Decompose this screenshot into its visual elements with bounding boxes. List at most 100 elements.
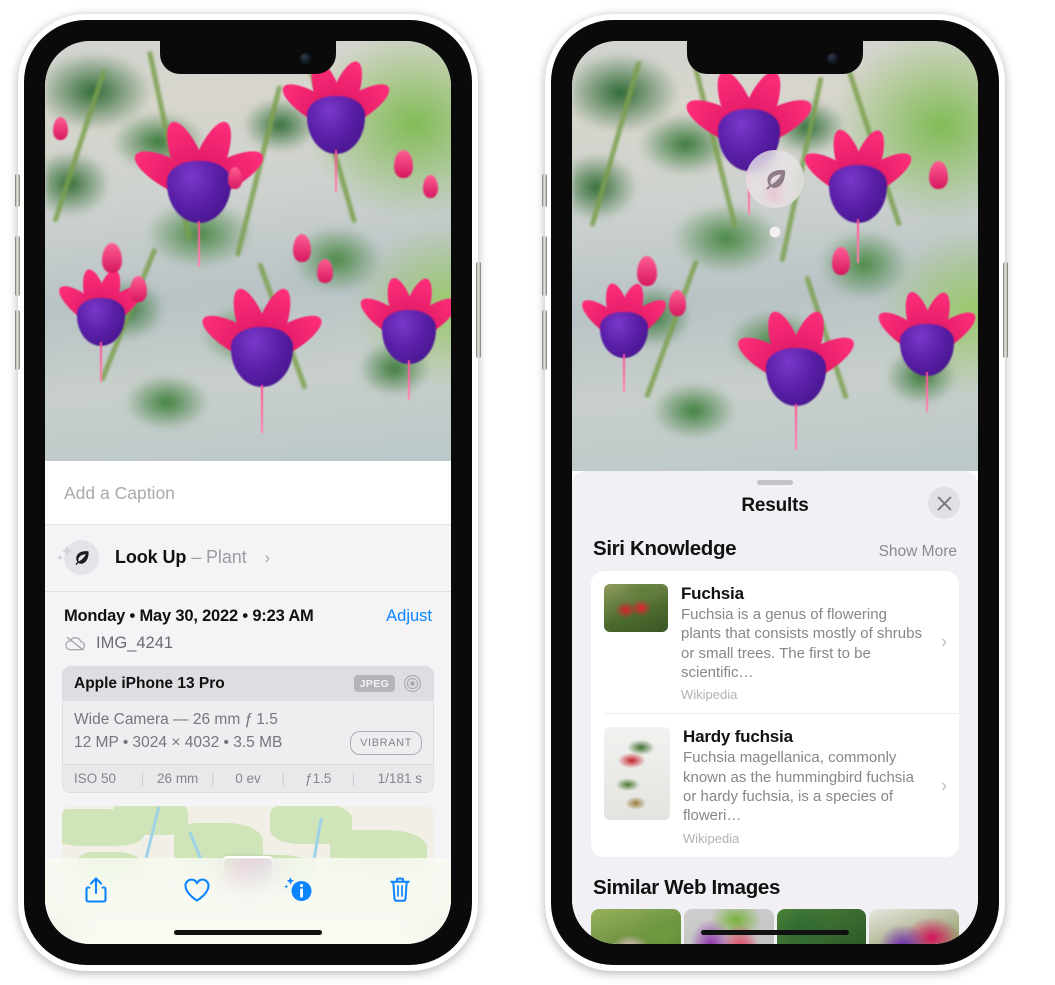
look-up-row[interactable]: ✦ ✦ Look Up – Plant › [45, 525, 451, 592]
similar-web-images-strip[interactable] [572, 908, 978, 944]
knowledge-card-fuchsia[interactable]: Fuchsia Fuchsia is a genus of flowering … [591, 571, 959, 713]
results-title: Results [741, 495, 809, 516]
delete-button[interactable] [377, 870, 423, 910]
camera-info-card: Apple iPhone 13 Pro JPEG Wide Camera — 2… [62, 666, 434, 793]
chevron-right-icon: › [941, 631, 947, 652]
home-indicator-right[interactable] [701, 930, 849, 935]
visual-lookup-badge-dot [769, 226, 781, 238]
front-camera [827, 53, 838, 64]
knowledge-thumbnail [604, 727, 670, 821]
close-icon [937, 496, 951, 510]
sparkle-small-icon: ✦ [56, 553, 65, 564]
volume-down-button-left[interactable] [15, 310, 20, 370]
knowledge-thumbnail [604, 584, 668, 632]
flower-bloom [576, 280, 672, 398]
flower-bud [292, 234, 311, 263]
similar-web-images-header: Similar Web Images [572, 857, 978, 909]
flower-bloom [196, 283, 329, 435]
front-camera [300, 53, 311, 64]
knowledge-card-description: Fuchsia is a genus of flowering plants t… [681, 606, 922, 682]
visual-lookup-badge[interactable] [746, 149, 804, 208]
close-button[interactable] [928, 487, 960, 519]
knowledge-card-source: Wikipedia [681, 687, 738, 703]
exif-iso: ISO 50 [74, 770, 117, 786]
photo-date: Monday • May 30, 2022 • 9:23 AM [64, 607, 314, 625]
screenshot-root: Add a Caption ✦ ✦ Look Up – Plant › Mond… [0, 0, 1055, 985]
look-up-dash: – [186, 547, 207, 567]
web-image-thumbnail[interactable] [683, 908, 774, 944]
flower-bud [831, 247, 850, 276]
flower-bud [130, 276, 148, 303]
favorite-button[interactable] [174, 870, 220, 910]
leaf-icon [766, 169, 786, 190]
knowledge-card-source: Wikipedia [683, 830, 740, 846]
exif-row: ISO 50 | 26 mm | 0 ev | ƒ1.5 | 1/181 s [63, 763, 433, 792]
notch-right [687, 41, 863, 74]
photographic-style-badge: VIBRANT [350, 731, 422, 755]
adjust-button[interactable]: Adjust [386, 607, 432, 626]
knowledge-card-body: Fuchsia Fuchsia is a genus of flowering … [681, 584, 946, 702]
flower-bud [317, 259, 334, 284]
flower-bud [227, 167, 242, 189]
camera-size-row: 12 MP • 3024 × 4032 • 3.5 MB VIBRANT [74, 731, 422, 755]
photo-meta-row: Monday • May 30, 2022 • 9:23 AM Adjust [45, 592, 451, 630]
knowledge-card-title: Fuchsia [681, 584, 744, 603]
photo-filename: IMG_4241 [96, 634, 174, 652]
exif-ev: 0 ev [235, 770, 261, 786]
section-title-similar-web-images: Similar Web Images [593, 875, 781, 899]
camera-size-line: 12 MP • 3024 × 4032 • 3.5 MB [74, 734, 283, 752]
knowledge-card-title: Hardy fuchsia [683, 727, 793, 747]
exif-focal: 26 mm [157, 770, 199, 786]
format-badge: JPEG [353, 675, 395, 692]
flower-bud [929, 161, 949, 190]
mute-switch-left[interactable] [15, 174, 20, 207]
power-button-left[interactable] [476, 262, 481, 358]
photo-fuchsia-left[interactable] [45, 41, 451, 461]
caption-placeholder[interactable]: Add a Caption [64, 483, 432, 504]
flower-bloom [128, 116, 270, 267]
flower-bud [636, 256, 657, 286]
left-screen: Add a Caption ✦ ✦ Look Up – Plant › Mond… [45, 41, 451, 944]
exif-shutter: 1/181 s [377, 770, 422, 786]
power-button-right[interactable] [1003, 262, 1008, 358]
home-indicator-left[interactable] [174, 930, 322, 935]
cloud-slash-icon [65, 636, 86, 651]
flower-bud [394, 150, 414, 179]
photo-file-row: IMG_4241 [45, 630, 451, 666]
left-phone: Add a Caption ✦ ✦ Look Up – Plant › Mond… [15, 14, 481, 971]
look-up-title: Look Up [115, 547, 187, 567]
look-up-label: Look Up – Plant [115, 547, 247, 568]
notch-left [160, 41, 336, 74]
volume-up-button-right[interactable] [542, 236, 547, 296]
camera-lens-line: Wide Camera — 26 mm ƒ 1.5 [74, 711, 278, 728]
chevron-right-icon: › [941, 775, 947, 796]
right-screen: Results Siri Knowledge Show More Fuchsia… [572, 41, 978, 944]
photo-info-sheet: Add a Caption ✦ ✦ Look Up – Plant › Mond… [45, 461, 451, 944]
volume-up-button-left[interactable] [15, 236, 20, 296]
mute-switch-right[interactable] [542, 174, 547, 207]
camera-card-header: Apple iPhone 13 Pro JPEG [63, 667, 433, 701]
web-image-thumbnail[interactable] [591, 908, 681, 944]
camera-header-badges: JPEG [353, 674, 422, 693]
knowledge-card-hardy-fuchsia[interactable]: Hardy fuchsia Fuchsia magellanica, commo… [604, 713, 959, 856]
section-title-siri-knowledge: Siri Knowledge [593, 537, 737, 560]
volume-down-button-right[interactable] [542, 310, 547, 370]
flower-bloom [732, 306, 861, 454]
flower-bloom [798, 126, 918, 267]
results-header: Results [572, 485, 978, 533]
web-image-thumbnail[interactable] [869, 908, 959, 944]
flower-bloom [354, 275, 451, 406]
siri-knowledge-card-group: Fuchsia Fuchsia is a genus of flowering … [591, 571, 959, 857]
show-more-button[interactable]: Show More [879, 543, 957, 561]
aperture-icon [404, 675, 421, 692]
caption-field-row[interactable]: Add a Caption [45, 461, 451, 525]
exif-aperture: ƒ1.5 [305, 770, 332, 786]
photo-fuchsia-right[interactable] [572, 41, 978, 471]
knowledge-card-body: Hardy fuchsia Fuchsia magellanica, commo… [683, 727, 946, 845]
web-image-thumbnail[interactable] [776, 908, 867, 944]
knowledge-card-description: Fuchsia magellanica, commonly known as t… [683, 749, 914, 825]
share-button[interactable] [73, 870, 119, 910]
info-button[interactable] [276, 870, 322, 910]
flower-bud [101, 242, 122, 273]
flower-bud [422, 175, 438, 199]
